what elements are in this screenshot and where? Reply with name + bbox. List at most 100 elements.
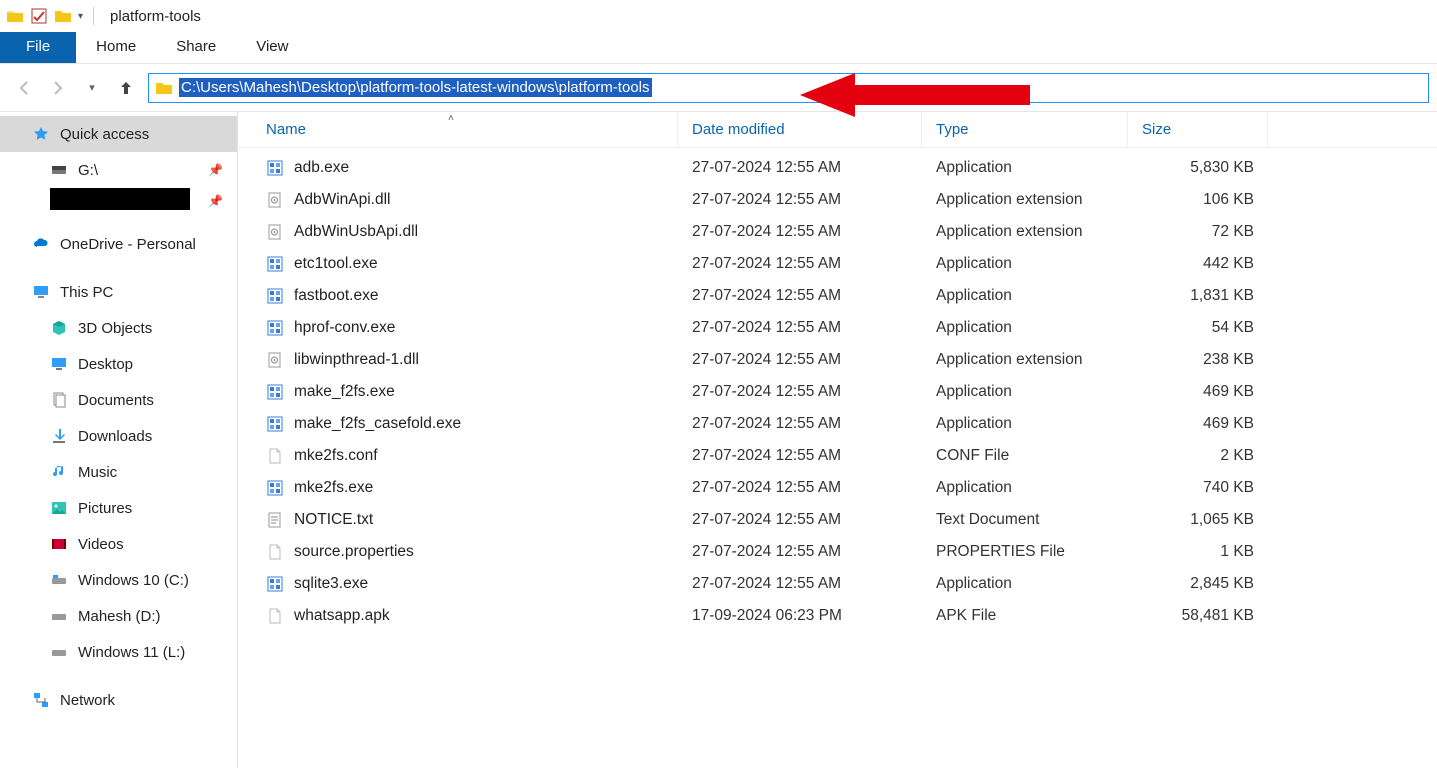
table-row[interactable]: mke2fs.exe27-07-2024 12:55 AMApplication… xyxy=(238,472,1437,504)
file-type: Application xyxy=(922,383,1128,401)
table-row[interactable]: fastboot.exe27-07-2024 12:55 AMApplicati… xyxy=(238,280,1437,312)
file-icon xyxy=(266,255,284,273)
file-date: 27-07-2024 12:55 AM xyxy=(678,223,922,241)
table-row[interactable]: mke2fs.conf27-07-2024 12:55 AMCONF File2… xyxy=(238,440,1437,472)
tab-file[interactable]: File xyxy=(0,32,76,63)
file-type: Application extension xyxy=(922,223,1128,241)
table-row[interactable]: make_f2fs_casefold.exe27-07-2024 12:55 A… xyxy=(238,408,1437,440)
sidebar-item-videos[interactable]: Videos xyxy=(0,526,237,562)
file-name: libwinpthread-1.dll xyxy=(294,351,419,369)
sidebar-item-quick-access[interactable]: Quick access xyxy=(0,116,237,152)
sidebar-item-windows11-l[interactable]: Windows 11 (L:) xyxy=(0,634,237,670)
file-type: Application xyxy=(922,479,1128,497)
sidebar-label: Windows 11 (L:) xyxy=(78,644,185,661)
column-header-size[interactable]: Size xyxy=(1128,112,1268,147)
cloud-icon xyxy=(32,235,50,253)
file-name: whatsapp.apk xyxy=(294,607,390,625)
separator xyxy=(93,7,94,25)
file-list-pane: ˄ Name Date modified Type Size adb.exe27… xyxy=(238,112,1437,768)
file-date: 27-07-2024 12:55 AM xyxy=(678,255,922,273)
column-header-date[interactable]: Date modified xyxy=(678,112,922,147)
table-row[interactable]: hprof-conv.exe27-07-2024 12:55 AMApplica… xyxy=(238,312,1437,344)
table-row[interactable]: whatsapp.apk17-09-2024 06:23 PMAPK File5… xyxy=(238,600,1437,632)
file-icon xyxy=(266,351,284,369)
file-type: CONF File xyxy=(922,447,1128,465)
folder-icon xyxy=(54,7,72,25)
navigation-pane: Quick access G:\ 📌 📌 OneDrive - Personal… xyxy=(0,112,238,768)
file-size: 58,481 KB xyxy=(1128,607,1268,625)
sidebar-label: Videos xyxy=(78,536,124,553)
file-name: source.properties xyxy=(294,543,414,561)
file-size: 72 KB xyxy=(1128,223,1268,241)
file-type: Application xyxy=(922,415,1128,433)
up-button[interactable] xyxy=(114,76,138,100)
file-name: mke2fs.exe xyxy=(294,479,373,497)
file-size: 1,065 KB xyxy=(1128,511,1268,529)
table-row[interactable]: NOTICE.txt27-07-2024 12:55 AMText Docume… xyxy=(238,504,1437,536)
file-date: 27-07-2024 12:55 AM xyxy=(678,191,922,209)
download-icon xyxy=(50,427,68,445)
address-path[interactable]: C:\Users\Mahesh\Desktop\platform-tools-l… xyxy=(179,78,652,97)
file-icon xyxy=(266,543,284,561)
properties-icon[interactable] xyxy=(30,7,48,25)
file-date: 27-07-2024 12:55 AM xyxy=(678,511,922,529)
column-header-name[interactable]: Name xyxy=(238,112,678,147)
ribbon-tabs: File Home Share View xyxy=(0,32,1437,64)
sidebar-item-network[interactable]: Network xyxy=(0,682,237,718)
table-row[interactable]: adb.exe27-07-2024 12:55 AMApplication5,8… xyxy=(238,152,1437,184)
file-name: fastboot.exe xyxy=(294,287,378,305)
sidebar-label: Documents xyxy=(78,392,154,409)
qa-dropdown-icon[interactable]: ▾ xyxy=(78,11,83,22)
sidebar-item-this-pc[interactable]: This PC xyxy=(0,274,237,310)
file-icon xyxy=(266,223,284,241)
network-icon xyxy=(32,691,50,709)
file-type: Application extension xyxy=(922,351,1128,369)
column-header-type[interactable]: Type xyxy=(922,112,1128,147)
file-size: 54 KB xyxy=(1128,319,1268,337)
table-row[interactable]: sqlite3.exe27-07-2024 12:55 AMApplicatio… xyxy=(238,568,1437,600)
file-date: 27-07-2024 12:55 AM xyxy=(678,319,922,337)
tab-view[interactable]: View xyxy=(236,32,308,63)
sidebar-item-pictures[interactable]: Pictures xyxy=(0,490,237,526)
sidebar-item-3d-objects[interactable]: 3D Objects xyxy=(0,310,237,346)
table-row[interactable]: AdbWinApi.dll27-07-2024 12:55 AMApplicat… xyxy=(238,184,1437,216)
recent-locations-button[interactable]: ▾ xyxy=(80,76,104,100)
file-name: mke2fs.conf xyxy=(294,447,378,465)
sidebar-item-music[interactable]: Music xyxy=(0,454,237,490)
table-row[interactable]: source.properties27-07-2024 12:55 AMPROP… xyxy=(238,536,1437,568)
file-name: make_f2fs.exe xyxy=(294,383,395,401)
documents-icon xyxy=(50,391,68,409)
file-icon xyxy=(266,287,284,305)
file-name: NOTICE.txt xyxy=(294,511,373,529)
sidebar-item-downloads[interactable]: Downloads xyxy=(0,418,237,454)
file-size: 2 KB xyxy=(1128,447,1268,465)
sidebar-item-onedrive[interactable]: OneDrive - Personal xyxy=(0,226,237,262)
table-row[interactable]: libwinpthread-1.dll27-07-2024 12:55 AMAp… xyxy=(238,344,1437,376)
file-size: 1,831 KB xyxy=(1128,287,1268,305)
file-size: 469 KB xyxy=(1128,383,1268,401)
star-icon xyxy=(32,125,50,143)
sidebar-item-desktop[interactable]: Desktop xyxy=(0,346,237,382)
file-size: 238 KB xyxy=(1128,351,1268,369)
sidebar-item-g-drive[interactable]: G:\ 📌 xyxy=(0,152,237,188)
file-icon xyxy=(266,575,284,593)
sidebar-item-documents[interactable]: Documents xyxy=(0,382,237,418)
file-size: 5,830 KB xyxy=(1128,159,1268,177)
back-button[interactable] xyxy=(12,76,36,100)
file-name: sqlite3.exe xyxy=(294,575,368,593)
sidebar-item-windows10-c[interactable]: Windows 10 (C:) xyxy=(0,562,237,598)
table-row[interactable]: etc1tool.exe27-07-2024 12:55 AMApplicati… xyxy=(238,248,1437,280)
file-icon xyxy=(266,319,284,337)
table-row[interactable]: AdbWinUsbApi.dll27-07-2024 12:55 AMAppli… xyxy=(238,216,1437,248)
address-bar[interactable]: C:\Users\Mahesh\Desktop\platform-tools-l… xyxy=(148,73,1429,103)
file-type: Application xyxy=(922,255,1128,273)
pin-icon: 📌 xyxy=(208,163,223,177)
tab-share[interactable]: Share xyxy=(156,32,236,63)
forward-button[interactable] xyxy=(46,76,70,100)
tab-home[interactable]: Home xyxy=(76,32,156,63)
sidebar-item-mahesh-d[interactable]: Mahesh (D:) xyxy=(0,598,237,634)
sidebar-label: Desktop xyxy=(78,356,133,373)
table-row[interactable]: make_f2fs.exe27-07-2024 12:55 AMApplicat… xyxy=(238,376,1437,408)
file-size: 1 KB xyxy=(1128,543,1268,561)
videos-icon xyxy=(50,535,68,553)
